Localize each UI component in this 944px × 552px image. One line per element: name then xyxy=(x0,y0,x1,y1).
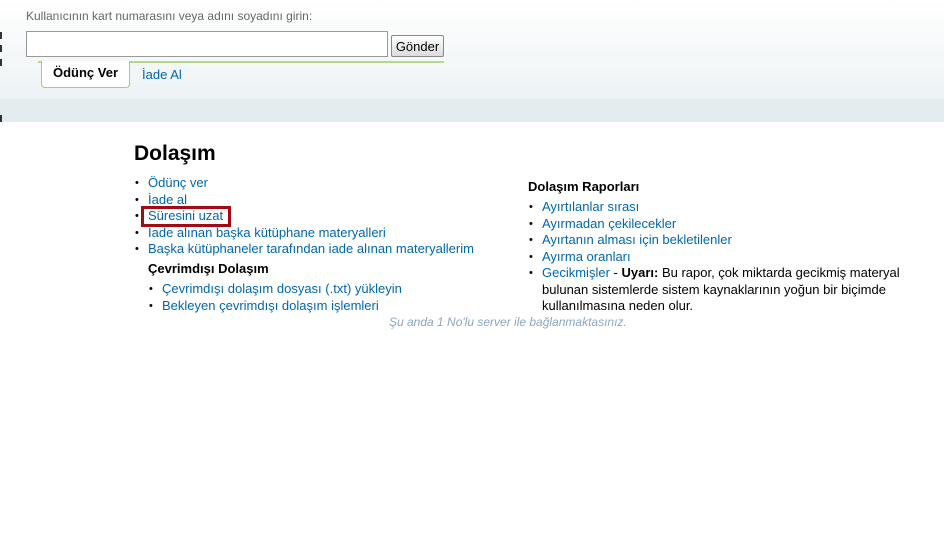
list-item: Çevrimdışı dolaşım dosyası (.txt) yükley… xyxy=(148,281,468,298)
list-item: Ayırma oranları xyxy=(528,249,918,266)
transfers-sent-link[interactable]: Başka kütüphaneler tarafından iade alına… xyxy=(148,241,474,256)
checkout-link[interactable]: Ödünç ver xyxy=(148,175,208,190)
submit-button[interactable]: Gönder xyxy=(391,35,444,57)
list-item: İade al xyxy=(134,192,514,209)
offline-links: Çevrimdışı dolaşım dosyası (.txt) yükley… xyxy=(148,281,468,314)
circulation-reports-title: Dolaşım Raporları xyxy=(528,179,640,194)
list-item: İade alınan başka kütüphane materyalleri xyxy=(134,225,514,242)
renew-link[interactable]: Süresini uzat xyxy=(148,208,223,223)
offline-circulation-title: Çevrimdışı Dolaşım xyxy=(148,261,269,276)
holds-to-pull-link[interactable]: Ayırmadan çekilecekler xyxy=(542,216,676,231)
report-links: Ayırtılanlar sırası Ayırmadan çekilecekl… xyxy=(528,199,918,315)
list-item: Gecikmişler - Uyarı: Bu rapor, çok mikta… xyxy=(528,265,918,315)
hold-ratios-link[interactable]: Ayırma oranları xyxy=(542,249,631,264)
holds-queue-link[interactable]: Ayırtılanlar sırası xyxy=(542,199,639,214)
overdues-link[interactable]: Gecikmişler xyxy=(542,265,610,280)
server-status-note: Şu anda 1 No'lu server ile bağlanmaktası… xyxy=(389,315,627,329)
list-item: Süresini uzat xyxy=(134,208,514,225)
transfers-received-link[interactable]: İade alınan başka kütüphane materyalleri xyxy=(148,225,386,240)
list-item: Başka kütüphaneler tarafından iade alına… xyxy=(134,241,514,258)
page-title: Dolaşım xyxy=(134,142,216,165)
holds-awaiting-pickup-link[interactable]: Ayırtanın alması için bekletilenler xyxy=(542,232,732,247)
list-item: Ayırtılanlar sırası xyxy=(528,199,918,216)
list-item: Ayırtanın alması için bekletilenler xyxy=(528,232,918,249)
checkin-link[interactable]: İade al xyxy=(148,192,187,207)
header-band xyxy=(0,99,944,122)
card-number-prompt: Kullanıcının kart numarasını veya adını … xyxy=(26,9,313,23)
upload-offline-file-link[interactable]: Çevrimdışı dolaşım dosyası (.txt) yükley… xyxy=(162,281,402,296)
overdues-warning-label: Uyarı: xyxy=(621,265,659,280)
card-number-input[interactable] xyxy=(26,31,388,57)
list-item: Ayırmadan çekilecekler xyxy=(528,216,918,233)
list-item: Ödünç ver xyxy=(134,175,514,192)
left-edge-marks xyxy=(0,30,2,125)
list-item: Bekleyen çevrimdışı dolaşım işlemleri xyxy=(148,298,468,315)
overdues-separator: - xyxy=(609,265,622,280)
pending-offline-operations-link[interactable]: Bekleyen çevrimdışı dolaşım işlemleri xyxy=(162,298,379,313)
tab-checkout[interactable]: Ödünç Ver xyxy=(41,61,130,88)
circulation-links: Ödünç ver İade al Süresini uzat İade alı… xyxy=(134,175,514,258)
tab-checkin[interactable]: İade Al xyxy=(142,67,182,82)
